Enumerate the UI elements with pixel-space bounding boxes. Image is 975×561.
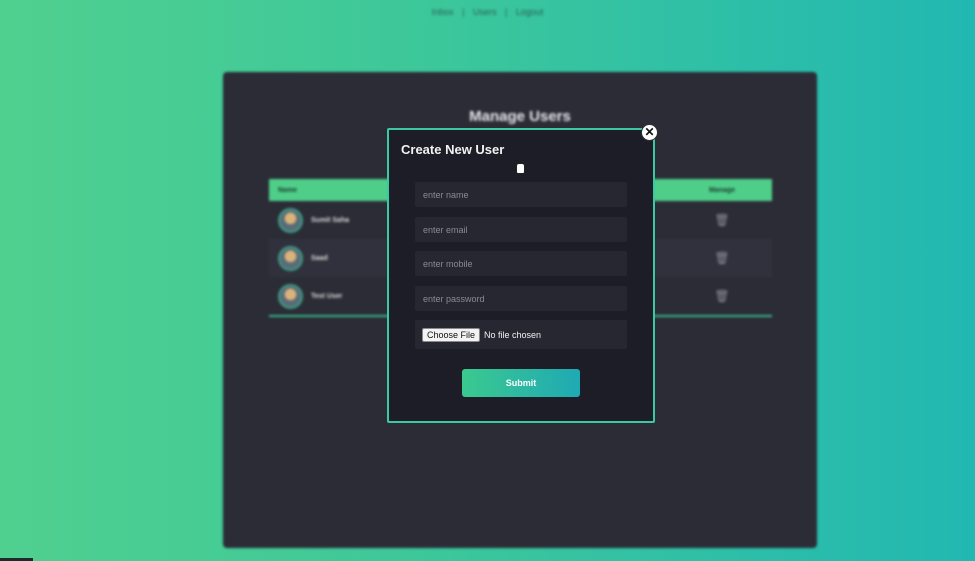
mobile-input[interactable] [415,251,627,276]
email-input[interactable] [415,217,627,242]
choose-file-button[interactable]: Choose File [422,327,481,342]
file-status: No file chosen [484,329,542,340]
submit-button[interactable]: Submit [462,369,580,397]
name-input[interactable] [415,182,627,207]
password-input[interactable] [415,286,627,311]
modal-title: Create New User [401,142,505,157]
pointer-cursor-icon [516,163,525,174]
avatar-file-field: Choose File No file chosen [415,320,627,349]
close-icon[interactable]: ✕ [641,124,658,141]
modal-overlay: Create New User Choose File No file chos… [0,0,975,561]
